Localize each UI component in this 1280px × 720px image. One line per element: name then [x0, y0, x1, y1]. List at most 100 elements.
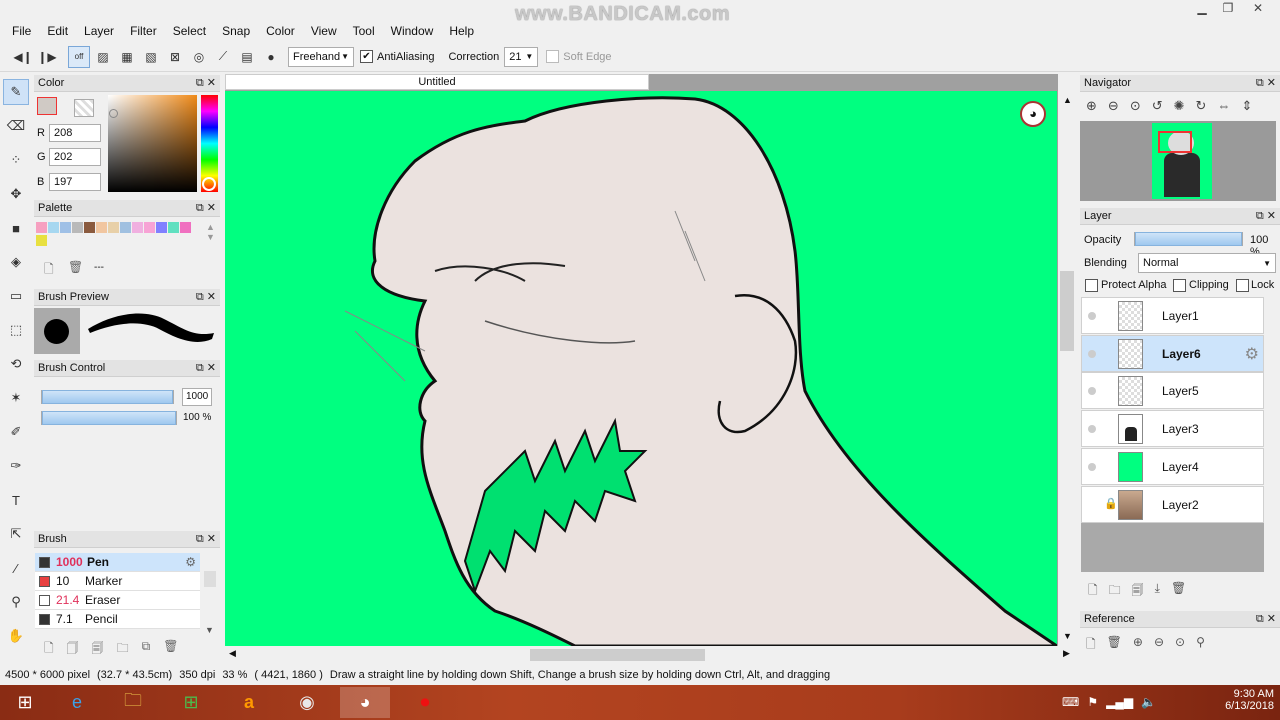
soft-edge-checkbox[interactable] [546, 50, 560, 63]
flag-icon[interactable]: ⚑ [1087, 695, 1098, 709]
brush-item[interactable]: 7.1 Pencil [35, 610, 200, 629]
opacity-slider[interactable] [1134, 232, 1243, 246]
palette-swatch[interactable] [168, 222, 179, 233]
restore-icon[interactable]: ❐ [1214, 0, 1242, 18]
close-icon[interactable]: ✕ [1244, 0, 1272, 18]
snap-pattern-icon[interactable]: ▤ [236, 46, 258, 68]
trash-icon[interactable]: 🗑 [163, 639, 178, 660]
zoom-out-icon[interactable]: ⊖ [1108, 98, 1119, 114]
snap-parallel-icon[interactable]: ▨ [92, 46, 114, 68]
palette-swatch[interactable] [36, 222, 47, 233]
snap-grid-icon[interactable]: ▦ [116, 46, 138, 68]
palette-menu[interactable]: --- [94, 262, 104, 273]
layer-row[interactable]: Layer3 [1081, 410, 1264, 448]
palette-swatch[interactable] [156, 222, 167, 233]
menu-select[interactable]: Select [165, 24, 214, 38]
prev-icon[interactable]: ◀❙ [12, 46, 34, 68]
panel-float-close-icon[interactable]: ⧉ ✕ [1256, 208, 1276, 224]
new-layer-icon[interactable]: 🗋 [1088, 581, 1098, 602]
menu-edit[interactable]: Edit [39, 24, 76, 38]
paint-tool-taskbar-icon[interactable]: ◕ [340, 687, 390, 718]
palette-swatch[interactable] [120, 222, 131, 233]
folder-icon[interactable]: 🗀 [117, 639, 129, 660]
ref-eyedropper-icon[interactable]: ⚲ [1196, 635, 1205, 656]
rotate-left-icon[interactable]: ↺ [1152, 98, 1163, 114]
layer-row[interactable]: Layer5 [1081, 372, 1264, 410]
magic-wand-tool-icon[interactable]: ✶ [3, 385, 29, 411]
palette-swatch[interactable] [96, 222, 107, 233]
brush-density-slider[interactable] [41, 411, 177, 425]
snap-cross-icon[interactable]: ▧ [140, 46, 162, 68]
eraser-tool-icon[interactable]: ⌫ [3, 113, 29, 139]
text-tool-icon[interactable]: T [3, 487, 29, 513]
b-field[interactable]: 197 [49, 173, 101, 191]
snap-curve-icon[interactable]: ⟋ [212, 46, 234, 68]
gradient-tool-icon[interactable]: ▭ [3, 283, 29, 309]
lock-checkbox[interactable] [1236, 279, 1249, 292]
edit-brush-icon[interactable]: 🗐 [92, 639, 104, 660]
brush-item[interactable]: 10 Marker [35, 572, 200, 591]
brush-item[interactable]: 1000 Pen ⚙ [35, 553, 200, 572]
windows-start-icon[interactable]: ⊞ [0, 687, 50, 718]
operation-tool-icon[interactable]: ⇱ [3, 521, 29, 547]
menu-snap[interactable]: Snap [214, 24, 258, 38]
antialiasing-checkbox[interactable]: ✔ [360, 50, 373, 63]
ref-zoom-out-icon[interactable]: ⊖ [1154, 635, 1164, 656]
menu-window[interactable]: Window [383, 24, 442, 38]
next-icon[interactable]: ❙▶ [36, 46, 58, 68]
menu-layer[interactable]: Layer [76, 24, 122, 38]
palette-swatch[interactable] [180, 222, 191, 233]
trash-icon[interactable]: 🗑 [68, 260, 83, 274]
menu-color[interactable]: Color [258, 24, 303, 38]
panel-float-close-icon[interactable]: ⧉ ✕ [1256, 611, 1276, 627]
visibility-icon[interactable] [1088, 312, 1096, 320]
palette-swatch[interactable] [132, 222, 143, 233]
saturation-value-picker[interactable] [108, 95, 197, 192]
lock-icon[interactable]: 🔒 [1104, 497, 1118, 510]
palette-swatch[interactable] [48, 222, 59, 233]
hand-tool-icon[interactable]: ✋ [3, 623, 29, 649]
menu-file[interactable]: File [4, 24, 39, 38]
minimize-icon[interactable]: ▁ [1188, 0, 1216, 18]
eyedropper-tool-icon[interactable]: ⚲ [3, 589, 29, 615]
canvas-vertical-scrollbar[interactable]: ▲ ▼ [1058, 91, 1076, 646]
flip-icon[interactable]: ⇔ [1217, 98, 1230, 114]
palette-swatch[interactable] [108, 222, 119, 233]
visibility-icon[interactable] [1088, 425, 1096, 434]
new-reference-icon[interactable]: 🗋 [1086, 635, 1096, 656]
zoom-in-icon[interactable]: ⊕ [1086, 98, 1097, 114]
file-explorer-icon[interactable]: 🗀 [108, 687, 158, 718]
main-color-swatch[interactable] [37, 97, 57, 115]
palette-swatch[interactable] [84, 222, 95, 233]
chrome-icon[interactable]: ◉ [282, 687, 332, 718]
dot-tool-icon[interactable]: ⁘ [3, 147, 29, 173]
amazon-icon[interactable]: a [224, 687, 274, 718]
picker-handle[interactable] [109, 109, 118, 118]
layer-row[interactable]: Layer2 🔒 [1081, 485, 1264, 523]
snap-off-button[interactable]: off [68, 45, 90, 68]
palette-swatch[interactable] [60, 222, 71, 233]
layer-scrollbar[interactable] [1266, 296, 1280, 546]
select-eraser-tool-icon[interactable]: ✑ [3, 453, 29, 479]
g-field[interactable]: 202 [49, 148, 101, 166]
canvas-horizontal-scrollbar[interactable]: ◀ ▶ [225, 646, 1070, 664]
pen-tool-icon[interactable]: ✎ [3, 79, 29, 105]
stroke-mode-select[interactable]: Freehand ▼ [288, 46, 354, 67]
panel-float-close-icon[interactable]: ⧉ ✕ [196, 289, 216, 305]
rotate-right-icon[interactable]: ↻ [1196, 98, 1207, 114]
delete-layer-icon[interactable]: 🗑 [1171, 581, 1186, 602]
drawing-canvas[interactable]: ◕ [225, 91, 1057, 646]
blending-select[interactable]: Normal ▼ [1138, 253, 1276, 273]
lasso-tool-icon[interactable]: ⟲ [3, 351, 29, 377]
rotate-reset-icon[interactable]: ✺ [1174, 98, 1185, 114]
gear-icon[interactable]: ⚙ [185, 555, 196, 569]
visibility-icon[interactable] [1088, 462, 1096, 471]
visibility-icon[interactable] [1088, 387, 1096, 396]
bandicam-record-icon[interactable]: ⏺ [400, 687, 450, 718]
layer-row[interactable]: Layer6 ⚙ [1081, 334, 1264, 372]
copy-brush-icon[interactable]: 🗍 [67, 639, 79, 660]
new-brush-icon[interactable]: 🗋 [44, 639, 54, 660]
correction-select[interactable]: 21 ▼ [504, 46, 539, 67]
volume-icon[interactable]: 🔈 [1141, 695, 1156, 709]
hue-slider[interactable] [201, 95, 218, 192]
